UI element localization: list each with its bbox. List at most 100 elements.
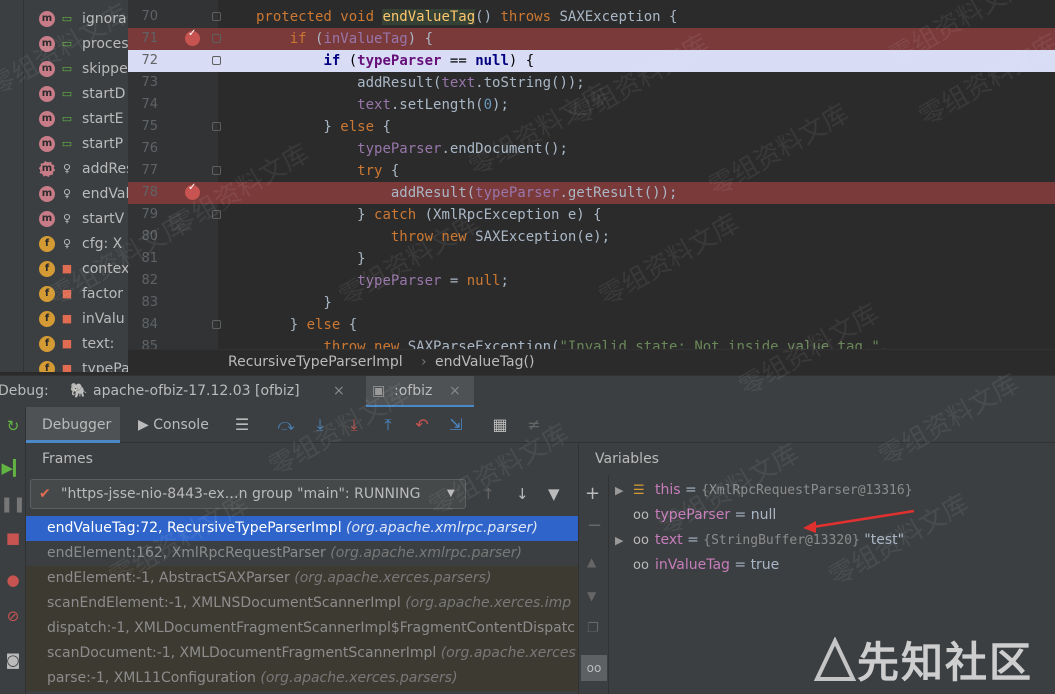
force-step-into-icon[interactable]: ⤓ xyxy=(345,416,363,434)
field-icon: f xyxy=(39,360,55,372)
structure-item[interactable]: f ■ contex xyxy=(0,256,128,281)
breakpoint-icon[interactable] xyxy=(185,28,200,46)
structure-item[interactable]: m ♀ addRes xyxy=(0,156,128,181)
code-line[interactable]: 70 protected void endValueTag() throws SA… xyxy=(128,6,1055,28)
stop-icon[interactable]: ■ xyxy=(0,529,26,547)
structure-item[interactable]: f ♀ cfg: X xyxy=(0,231,128,256)
method-icon: m xyxy=(39,85,55,102)
structure-item[interactable]: m ▭ ignora xyxy=(0,6,128,31)
stack-frame[interactable]: parse:-1, XML11Configuration (org.apache… xyxy=(26,666,578,691)
fold-icon[interactable] xyxy=(212,166,221,175)
show-execution-point-icon[interactable]: ⤼ xyxy=(277,416,295,434)
stack-frame[interactable]: endElement:-1, AbstractSAXParser (org.ap… xyxy=(26,566,578,591)
code-line[interactable]: 81 } xyxy=(128,248,1055,270)
remove-watch-icon[interactable]: − xyxy=(587,515,602,536)
step-over-icon[interactable]: ⤓ xyxy=(311,416,329,434)
watches-toggle-icon[interactable]: oo xyxy=(581,655,607,681)
code-line[interactable]: 84 } else { xyxy=(128,314,1055,336)
structure-item[interactable]: f ■ text: xyxy=(0,331,128,356)
code-line[interactable]: 74 text.setLength(0); xyxy=(128,94,1055,116)
structure-item[interactable]: m ♀ startV xyxy=(0,206,128,231)
structure-item[interactable]: f ■ inValu xyxy=(0,306,128,331)
method-icon: m xyxy=(39,210,55,227)
drop-frame-icon[interactable]: ↶ xyxy=(413,416,431,434)
tab-debugger[interactable]: Debugger xyxy=(26,407,120,443)
code-line[interactable]: 80 throw new SAXException(e); xyxy=(128,226,1055,248)
stack-frame[interactable]: scanDocument:-1, XMLDocumentFragmentScan… xyxy=(26,641,578,666)
annotation-arrow xyxy=(803,509,915,533)
structure-item[interactable]: m ▭ proces xyxy=(0,31,128,56)
code-line[interactable]: 76 typeParser.endDocument(); xyxy=(128,138,1055,160)
resume-icon[interactable]: ▶▎ xyxy=(0,459,26,477)
structure-item[interactable]: m ▭ startP xyxy=(0,131,128,156)
structure-item[interactable]: f ■ typePa xyxy=(0,356,128,372)
stack-frame[interactable]: scanEndElement:-1, XMLNSDocumentScannerI… xyxy=(26,591,578,616)
structure-item[interactable]: m ▭ startD xyxy=(0,81,128,106)
frame-package: (org.apache.xerces xyxy=(440,645,576,661)
code-editor[interactable]: 70 protected void endValueTag() throws SA… xyxy=(128,0,1055,349)
step-out-icon[interactable]: ⤒ xyxy=(379,416,397,434)
breadcrumb-method[interactable]: endValueTag() xyxy=(435,354,534,370)
move-down-icon[interactable]: ▼ xyxy=(587,589,596,603)
tab-config[interactable]: apache-ofbiz-17.12.03 [ofbiz] xyxy=(93,383,300,399)
view-breakpoints-icon[interactable]: ● xyxy=(0,571,26,589)
structure-item[interactable]: m ▭ startE xyxy=(0,106,128,131)
variable-row[interactable]: oo typeParser = null xyxy=(615,503,776,528)
breadcrumb-class[interactable]: RecursiveTypeParserImpl xyxy=(228,354,403,370)
line-number: 81 xyxy=(141,251,158,266)
arrow-up-icon[interactable]: ↑ xyxy=(482,485,495,503)
stack-frame[interactable]: dispatch:-1, XMLDocumentFragmentScannerI… xyxy=(26,616,578,641)
thread-selector[interactable]: ✔ "https-jsse-nio-8443-ex…n group "main"… xyxy=(30,479,466,509)
mute-breakpoints-icon[interactable]: ⊘ xyxy=(0,607,26,625)
breakpoint-icon[interactable] xyxy=(185,182,200,200)
tab-console[interactable]: ▶ Console xyxy=(138,407,209,443)
variable-row[interactable]: ▶ ☰ this = {XmlRpcRequestParser@13316} xyxy=(615,478,913,503)
expand-arrow-icon[interactable]: ▶ xyxy=(615,478,633,503)
camera-icon[interactable]: ◙ xyxy=(0,651,26,669)
code-line[interactable]: 85 throw new SAXParseException("Invalid … xyxy=(128,336,1055,349)
structure-item[interactable]: f ■ factor xyxy=(0,281,128,306)
code-line[interactable]: 82 typeParser = null; xyxy=(128,270,1055,292)
move-up-icon[interactable]: ▲ xyxy=(587,555,596,569)
fold-icon[interactable] xyxy=(212,56,221,65)
code-line[interactable]: 79 } catch (XmlRpcException e) { xyxy=(128,204,1055,226)
field-icon: f xyxy=(39,310,55,327)
filter-icon[interactable]: ▼ xyxy=(548,485,560,503)
fold-icon[interactable] xyxy=(212,210,221,219)
expand-arrow-icon[interactable]: ▶ xyxy=(615,528,633,553)
code-text: if (typeParser == null) { xyxy=(323,53,535,69)
site-logo: 先知社区 xyxy=(813,634,1033,687)
code-line[interactable]: 77 try { xyxy=(128,160,1055,182)
pause-icon[interactable]: ❚❚ xyxy=(0,495,26,513)
code-line[interactable]: 83 } xyxy=(128,292,1055,314)
add-watch-icon[interactable]: + xyxy=(585,483,600,504)
fold-icon[interactable] xyxy=(212,34,221,43)
fold-icon[interactable] xyxy=(212,12,221,21)
rerun-icon[interactable]: ↻ xyxy=(0,417,26,435)
menu-icon[interactable]: ☰ xyxy=(233,416,251,434)
stack-frame[interactable]: endValueTag:72, RecursiveTypeParserImpl … xyxy=(26,516,578,541)
fold-icon[interactable] xyxy=(212,122,221,131)
close-icon[interactable]: × xyxy=(333,383,345,399)
line-number: 76 xyxy=(141,141,158,156)
code-line[interactable]: 71 if (inValueTag) { xyxy=(128,28,1055,50)
tab-ofbiz[interactable]: ▣ :ofbiz × xyxy=(366,376,474,408)
evaluate-expression-icon[interactable]: ▦ xyxy=(491,416,509,434)
frame-method: scanEndElement:-1, XMLNSDocumentScannerI… xyxy=(47,595,406,611)
code-line[interactable]: 72 if (typeParser == null) { xyxy=(128,50,1055,72)
structure-item[interactable]: m ♀ endVal xyxy=(0,181,128,206)
field-icon: f xyxy=(39,335,55,352)
close-icon[interactable]: × xyxy=(449,383,461,399)
code-line[interactable]: 75 } else { xyxy=(128,116,1055,138)
stack-frame[interactable]: endElement:162, XmlRpcRequestParser (org… xyxy=(26,541,578,566)
fold-icon[interactable] xyxy=(212,320,221,329)
copy-icon[interactable]: ❐ xyxy=(587,621,599,636)
run-to-cursor-icon[interactable]: ⇲ xyxy=(447,416,465,434)
code-line[interactable]: 73 addResult(text.toString()); xyxy=(128,72,1055,94)
code-line[interactable]: 78 addResult(typeParser.getResult()); xyxy=(128,182,1055,204)
structure-item[interactable]: m ▭ skippe xyxy=(0,56,128,81)
structure-item-label: inValu xyxy=(82,310,125,327)
variable-row[interactable]: oo inValueTag = true xyxy=(615,553,779,578)
trace-icon[interactable]: ≠ xyxy=(525,416,543,434)
arrow-down-icon[interactable]: ↓ xyxy=(516,485,529,503)
